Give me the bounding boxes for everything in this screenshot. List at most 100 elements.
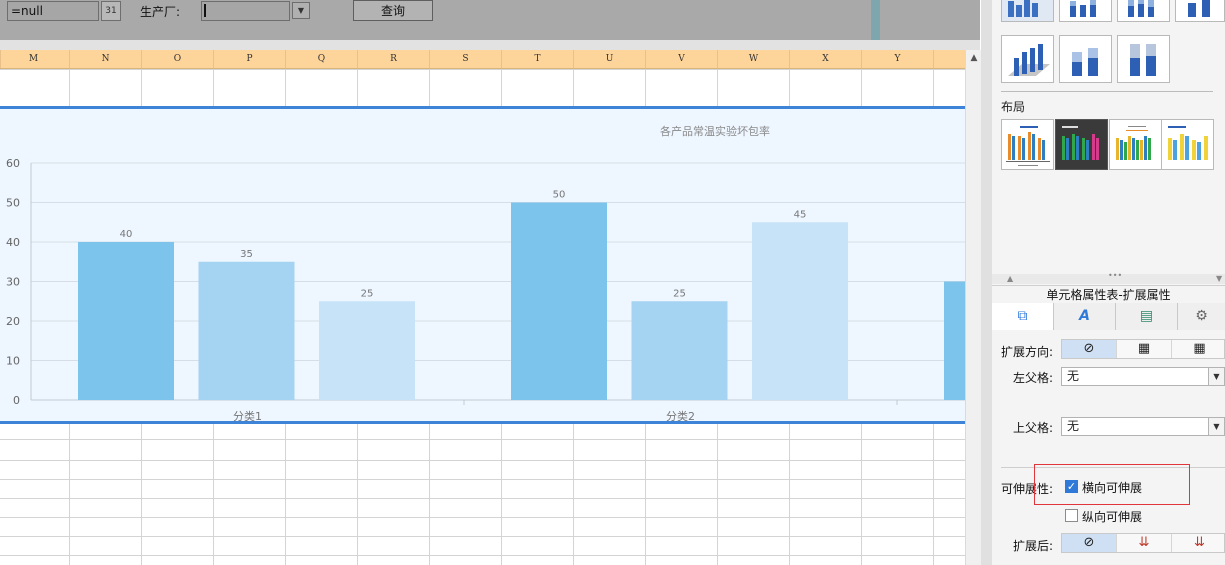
highlight-box [1034, 464, 1190, 505]
factory-label: 生产厂: [140, 5, 181, 19]
chart-data-label: 45 [794, 209, 807, 220]
parameter-toolbar: =null 31 生产厂: ▼ 查询 [0, 0, 980, 40]
grid-row-line [0, 555, 965, 556]
chart-y-tick: 10 [6, 355, 20, 368]
toolbar-gap [0, 40, 980, 50]
chart-data-label: 40 [120, 229, 133, 240]
chart-type-3d-percent[interactable] [1117, 35, 1170, 83]
section-divider [1001, 91, 1213, 92]
date-input[interactable]: =null [7, 1, 99, 21]
layout-option-1[interactable] [1001, 119, 1054, 170]
chart-bar-partial [944, 281, 965, 400]
drag-handle-icon[interactable]: ••• [1108, 271, 1122, 280]
expand-direction-toggle: ⊘ ▦ ▦ [1061, 339, 1225, 359]
column-header-t[interactable]: T [502, 50, 574, 68]
chart-bar [198, 261, 295, 400]
scroll-up-icon[interactable]: ▲ [968, 53, 980, 63]
sort-descending-icon[interactable]: ⇊ [1172, 534, 1224, 552]
query-button[interactable]: 查询 [353, 0, 433, 21]
chart-bar [752, 222, 848, 400]
chart-type-3d-stacked[interactable] [1059, 35, 1112, 83]
vertical-scrollbar[interactable]: ▲ [965, 50, 981, 565]
collapse-down-icon[interactable]: ▼ [1216, 274, 1222, 283]
grid-row-line [0, 498, 965, 499]
chart-cell[interactable]: 各产品常温实验坏包率 0 10 20 30 40 50 60 40 35 25 分类1 50 25 45 分类… [0, 106, 965, 424]
chart-y-tick: 50 [6, 197, 20, 210]
text-caret [204, 4, 206, 17]
horizontal-expand-icon[interactable]: ▦ [1172, 340, 1224, 358]
panel-splitter[interactable]: ▲ ••• ▼ [992, 271, 1225, 284]
chart-type-3d-bar[interactable] [1175, 0, 1225, 22]
column-header-o[interactable]: O [142, 50, 214, 68]
chart-title: 各产品常温实验坏包率 [660, 124, 770, 138]
vertical-stretch-checkbox[interactable] [1065, 509, 1078, 522]
factory-input[interactable] [201, 1, 290, 21]
collapse-up-icon[interactable]: ▲ [1007, 274, 1013, 283]
top-parent-label: 上父格: [1013, 421, 1054, 435]
chart-y-tick: 60 [6, 157, 20, 170]
layout-option-4[interactable] [1161, 119, 1214, 170]
chart-bar [511, 202, 607, 400]
column-header-s[interactable]: S [430, 50, 502, 68]
chevron-down-icon[interactable]: ▼ [1208, 368, 1224, 385]
chart-type-percent-bar[interactable] [1117, 0, 1170, 22]
chart-data-label: 25 [361, 288, 374, 299]
chart-y-tick: 30 [6, 276, 20, 289]
chart-data-label: 25 [673, 288, 686, 299]
expand-direction-label: 扩展方向: [1001, 345, 1054, 359]
column-header-r[interactable]: R [358, 50, 430, 68]
column-header-x[interactable]: X [790, 50, 862, 68]
grid-row-line [0, 69, 965, 70]
column-header-v[interactable]: V [646, 50, 718, 68]
left-parent-label: 左父格: [1013, 371, 1054, 385]
top-parent-select[interactable]: 无 ▼ [1061, 417, 1225, 436]
column-header-p[interactable]: P [214, 50, 286, 68]
calendar-icon[interactable]: 31 [101, 1, 121, 21]
property-tabs: ⧉ A ▤ ⚙ [992, 303, 1225, 330]
layout-option-3[interactable] [1109, 119, 1162, 170]
column-header-n[interactable]: N [70, 50, 142, 68]
bar-chart: 各产品常温实验坏包率 0 10 20 30 40 50 60 40 35 25 分类1 50 25 45 分类… [6, 124, 965, 421]
chart-bar [78, 242, 174, 400]
after-expand-toggle: ⊘ ⇊ ⇊ [1061, 533, 1225, 553]
gear-icon[interactable]: ⚙ [1178, 303, 1225, 330]
chart-y-tick: 40 [6, 236, 20, 249]
grid-row-line [0, 517, 965, 518]
chevron-down-icon[interactable]: ▼ [292, 2, 310, 19]
no-sort-icon[interactable]: ⊘ [1062, 534, 1117, 552]
chart-type-stacked-bar[interactable] [1059, 0, 1112, 22]
sort-ascending-icon[interactable]: ⇊ [1117, 534, 1172, 552]
chart-data-label: 35 [240, 249, 253, 260]
layout-section-title: 布局 [1001, 100, 1026, 114]
column-header-y[interactable]: Y [862, 50, 934, 68]
no-expand-icon[interactable]: ⊘ [1062, 340, 1117, 358]
chart-type-3d-cylinder[interactable] [1001, 35, 1054, 83]
column-header-w[interactable]: W [718, 50, 790, 68]
chart-type-clustered-bar[interactable] [1001, 0, 1054, 22]
chart-data-label: 50 [553, 190, 566, 201]
grid-row-line [0, 536, 965, 537]
chart-y-tick: 20 [6, 315, 20, 328]
layout-option-2-selected[interactable] [1055, 119, 1108, 170]
column-header-m[interactable]: M [0, 50, 70, 68]
font-style-icon[interactable]: A [1054, 303, 1116, 330]
chart-bar [631, 301, 728, 400]
vertical-expand-icon[interactable]: ▦ [1117, 340, 1172, 358]
panel-divider [871, 0, 880, 40]
chart-category-label: 分类2 [666, 409, 695, 421]
after-expand-label: 扩展后: [1013, 539, 1054, 553]
top-parent-value: 无 [1067, 419, 1080, 433]
report-designer-window: =null 31 生产厂: ▼ 查询 MNOPQRSTUVWXY 各产品常温实验… [0, 0, 1225, 565]
cell-expand-icon[interactable]: ⧉ [992, 303, 1054, 330]
column-header-u[interactable]: U [574, 50, 646, 68]
property-sheet-title: 单元格属性表-扩展属性 [992, 285, 1225, 303]
vertical-stretch-label: 纵向可伸展 [1082, 510, 1143, 524]
left-parent-select[interactable]: 无 ▼ [1061, 367, 1225, 386]
grid-row-line [0, 479, 965, 480]
chevron-down-icon[interactable]: ▼ [1208, 418, 1224, 435]
grid-row-line [0, 439, 965, 440]
column-header-q[interactable]: Q [286, 50, 358, 68]
style-icon[interactable]: ▤ [1116, 303, 1178, 330]
chart-bar [319, 301, 415, 400]
left-parent-value: 无 [1067, 369, 1080, 383]
